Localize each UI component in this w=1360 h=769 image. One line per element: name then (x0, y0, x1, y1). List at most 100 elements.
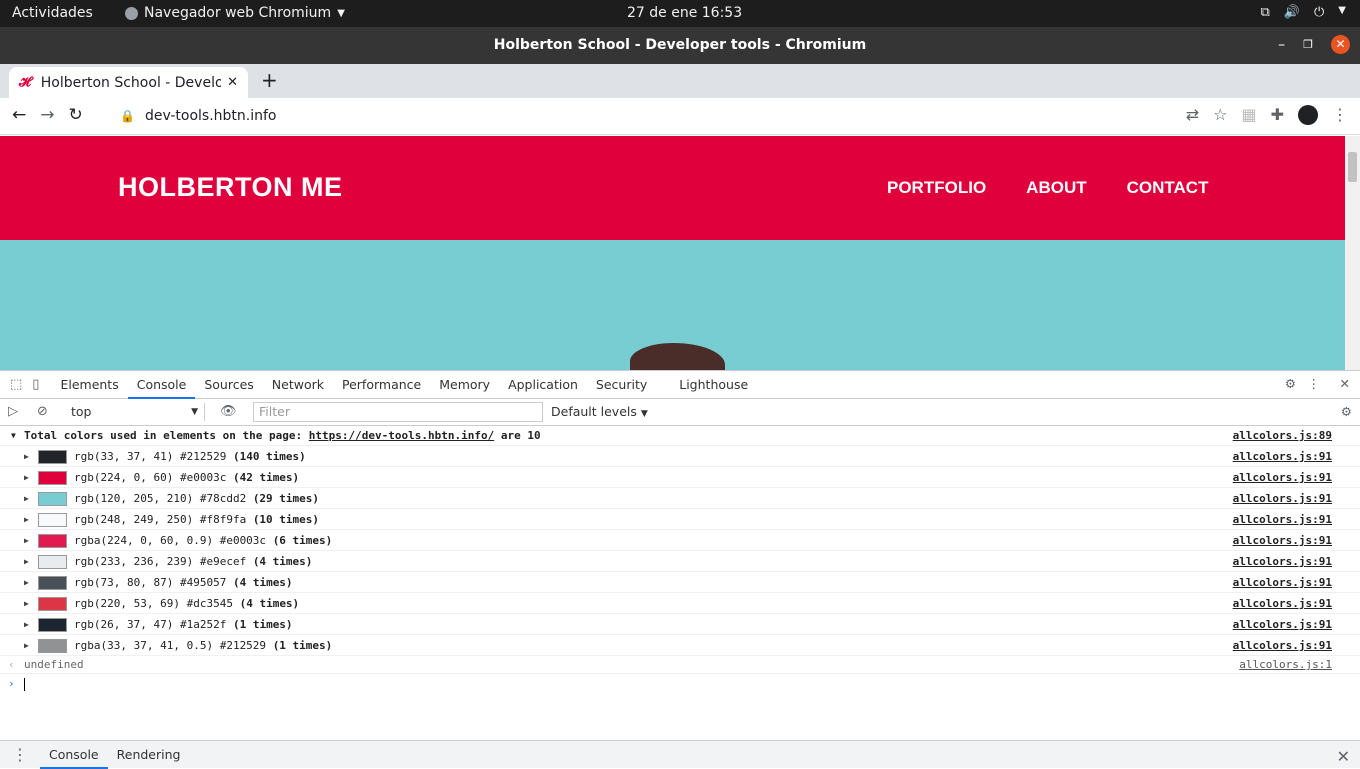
tab-console[interactable]: Console (127, 371, 196, 399)
collapsed-arrow-icon[interactable]: ▶ (24, 614, 29, 635)
collapsed-arrow-icon[interactable]: ▶ (24, 488, 29, 509)
new-tab-button[interactable]: + (261, 68, 278, 92)
source-link[interactable]: allcolors.js:91 (1233, 572, 1332, 593)
maximize-icon[interactable]: ❐ (1303, 38, 1313, 51)
color-count: (1 times) (272, 639, 333, 652)
tab-sources[interactable]: Sources (195, 371, 262, 399)
lock-icon[interactable]: 🔒 (120, 109, 135, 123)
source-link[interactable]: allcolors.js:91 (1233, 446, 1332, 467)
source-link[interactable]: allcolors.js:91 (1233, 614, 1332, 635)
drawer-close-icon[interactable]: ✕ (1337, 747, 1350, 766)
profile-avatar[interactable] (1298, 105, 1318, 125)
console-output: ▼ Total colors used in elements on the p… (0, 426, 1360, 694)
devtools-close-icon[interactable]: ✕ (1340, 376, 1350, 391)
color-row[interactable]: ▶ rgb(233, 236, 239) #e9ecef (4 times) all… (0, 551, 1360, 572)
color-row[interactable]: ▶ rgb(248, 249, 250) #f8f9fa (10 times) al… (0, 509, 1360, 530)
console-prompt[interactable]: › (0, 674, 1360, 694)
tab-lighthouse[interactable]: Lighthouse (670, 371, 757, 399)
drawer-tab-console[interactable]: Console (40, 741, 108, 769)
source-link[interactable]: allcolors.js:91 (1233, 467, 1332, 488)
scrollbar-thumb[interactable] (1348, 152, 1357, 182)
nav-portfolio[interactable]: PORTFOLIO (887, 178, 986, 198)
devtools-more-icon[interactable]: ⋮ (1308, 376, 1321, 391)
activities-button[interactable]: Actividades (12, 5, 93, 21)
color-count: (4 times) (252, 555, 313, 568)
inspect-icon[interactable]: ⬚ (10, 377, 22, 392)
system-tray[interactable]: ⧉ 🔊 ⏻ ▼ (1261, 5, 1346, 20)
window-close-button[interactable]: ✕ (1331, 35, 1350, 54)
nav-about[interactable]: ABOUT (1026, 178, 1086, 198)
color-swatch (38, 471, 67, 485)
collapsed-arrow-icon[interactable]: ▶ (24, 635, 29, 656)
filter-input[interactable]: Filter (253, 402, 543, 422)
clear-console-icon[interactable]: ⊘ (37, 404, 48, 419)
console-settings-icon[interactable]: ⚙ (1341, 404, 1352, 419)
source-link[interactable]: allcolors.js:91 (1233, 551, 1332, 572)
collapsed-arrow-icon[interactable]: ▶ (24, 530, 29, 551)
color-row[interactable]: ▶ rgba(33, 37, 41, 0.5) #212529 (1 times)… (0, 635, 1360, 656)
eye-icon[interactable]: 👁 (220, 404, 237, 419)
back-icon[interactable]: ← (12, 105, 26, 125)
address-bar[interactable]: 🔒 dev-tools.hbtn.info (108, 101, 1223, 131)
tab-application[interactable]: Application (499, 371, 587, 399)
console-filter-bar: ▷ ⊘ top ▼ 👁 Filter Default levels ▼ ⚙ (0, 399, 1360, 426)
forward-icon[interactable]: → (40, 105, 54, 125)
levels-dropdown[interactable]: Default levels ▼ (551, 404, 648, 419)
app-menu[interactable]: Navegador web Chromium ▼ (125, 5, 345, 21)
source-link[interactable]: allcolors.js:91 (1233, 509, 1332, 530)
source-link[interactable]: allcolors.js:91 (1233, 488, 1332, 509)
summary-suffix: are 10 (500, 429, 541, 442)
color-row[interactable]: ▶ rgb(220, 53, 69) #dc3545 (4 times) allco… (0, 593, 1360, 614)
color-row[interactable]: ▶ rgb(224, 0, 60) #e0003c (42 times) allco… (0, 467, 1360, 488)
source-link[interactable]: allcolors.js:91 (1233, 635, 1332, 656)
color-row[interactable]: ▶ rgba(224, 0, 60, 0.9) #e0003c (6 times)… (0, 530, 1360, 551)
color-row[interactable]: ▶ rgb(33, 37, 41) #212529 (140 times) allc… (0, 446, 1360, 467)
tab-security[interactable]: Security (587, 371, 656, 399)
source-link[interactable]: allcolors.js:91 (1233, 593, 1332, 614)
color-row[interactable]: ▶ rgb(120, 205, 210) #78cdd2 (29 times) al… (0, 488, 1360, 509)
source-link[interactable]: allcolors.js:1 (1239, 656, 1332, 674)
color-value: rgb(33, 37, 41) #212529 (74, 450, 227, 463)
tab-elements[interactable]: Elements (51, 371, 127, 399)
close-tab-icon[interactable]: ✕ (227, 75, 238, 90)
devtools-settings-icon[interactable]: ⚙ (1285, 376, 1296, 391)
color-text: rgb(26, 37, 47) #1a252f (1 times) (74, 614, 293, 635)
reload-icon[interactable]: ↻ (69, 105, 83, 125)
color-row[interactable]: ▶ rgb(26, 37, 47) #1a252f (1 times) allcol… (0, 614, 1360, 635)
site-brand[interactable]: HOLBERTON ME (118, 172, 343, 203)
summary-url[interactable]: https://dev-tools.hbtn.info/ (309, 429, 494, 442)
nav-contact[interactable]: CONTACT (1127, 178, 1209, 198)
extension-icon[interactable]: ▦ (1241, 105, 1256, 125)
collapsed-arrow-icon[interactable]: ▶ (24, 509, 29, 530)
source-link[interactable]: allcolors.js:89 (1233, 426, 1332, 446)
translate-icon[interactable]: ⇄ (1186, 105, 1199, 125)
collapsed-arrow-icon[interactable]: ▶ (24, 593, 29, 614)
device-toolbar-icon[interactable]: ▯ (32, 377, 39, 392)
context-selector[interactable]: top ▼ (65, 403, 205, 421)
drawer-menu-icon[interactable]: ⋮ (12, 745, 28, 764)
clock[interactable]: 27 de ene 16:53 (627, 5, 742, 21)
console-group-header[interactable]: ▼ Total colors used in elements on the p… (0, 426, 1360, 446)
collapsed-arrow-icon[interactable]: ▶ (24, 572, 29, 593)
page-scrollbar[interactable] (1345, 136, 1360, 370)
tab-performance[interactable]: Performance (333, 371, 430, 399)
color-row[interactable]: ▶ rgb(73, 80, 87) #495057 (4 times) allcol… (0, 572, 1360, 593)
sidebar-toggle-icon[interactable]: ▷ (8, 404, 18, 419)
collapsed-arrow-icon[interactable]: ▶ (24, 446, 29, 467)
color-count: (10 times) (252, 513, 320, 526)
browser-tab[interactable]: 𝓗 Holberton School - Developer tools ✕ (9, 67, 248, 98)
tab-network[interactable]: Network (263, 371, 333, 399)
color-swatch (38, 618, 67, 632)
drawer-tab-rendering[interactable]: Rendering (108, 747, 190, 762)
color-text: rgb(73, 80, 87) #495057 (4 times) (74, 572, 293, 593)
collapsed-arrow-icon[interactable]: ▶ (24, 467, 29, 488)
minimize-icon[interactable]: – (1278, 37, 1285, 53)
expanded-arrow-icon[interactable]: ▼ (11, 426, 16, 446)
puzzle-icon[interactable]: ✚ (1271, 105, 1284, 125)
star-icon[interactable]: ☆ (1213, 105, 1227, 125)
tab-memory[interactable]: Memory (430, 371, 499, 399)
return-value-row: ‹ undefined allcolors.js:1 (0, 656, 1360, 674)
source-link[interactable]: allcolors.js:91 (1233, 530, 1332, 551)
collapsed-arrow-icon[interactable]: ▶ (24, 551, 29, 572)
menu-icon[interactable]: ⋮ (1332, 105, 1348, 125)
